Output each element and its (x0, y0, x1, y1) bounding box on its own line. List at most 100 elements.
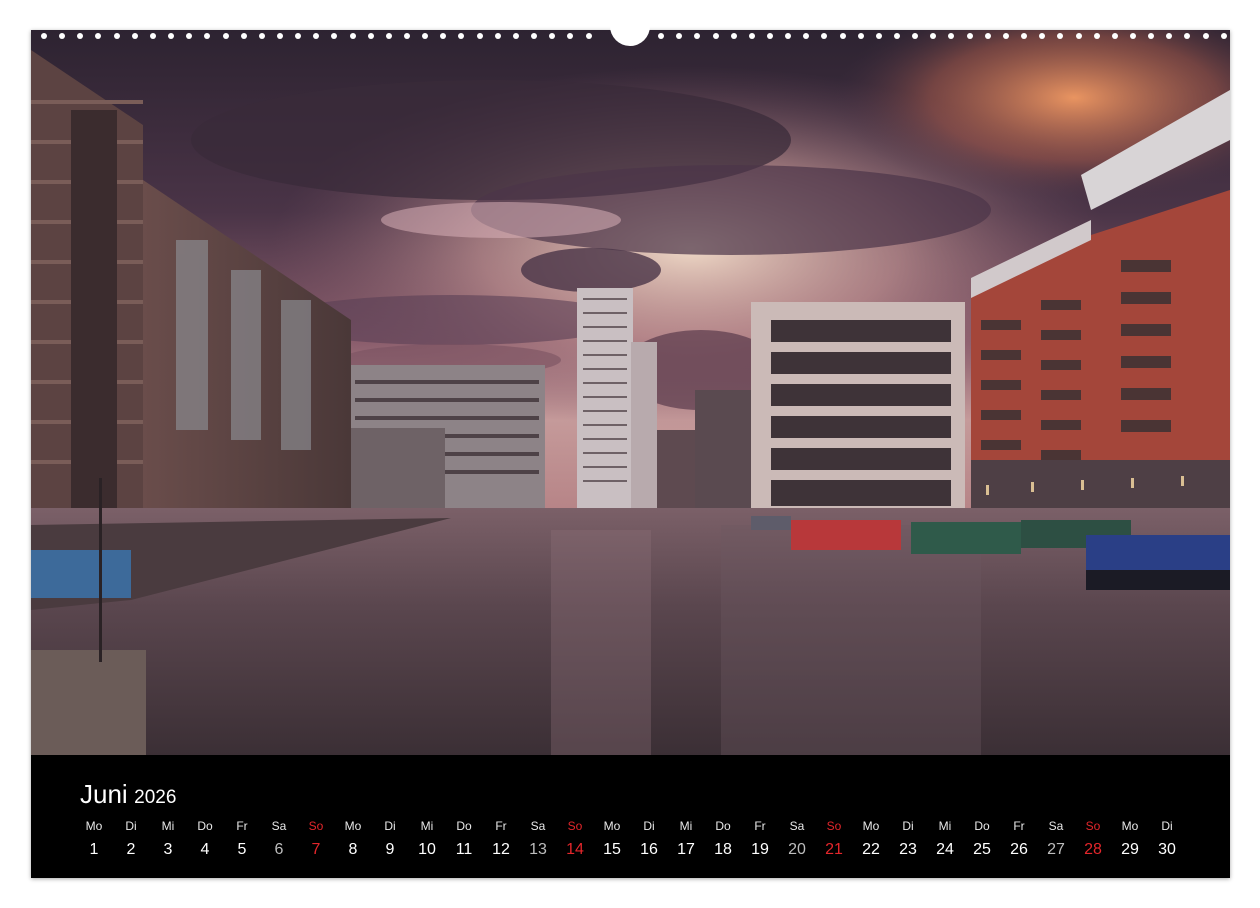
binding-hole (59, 33, 65, 39)
binding-hole (1021, 33, 1027, 39)
day-number: 2 (126, 841, 136, 858)
binding-hole (803, 33, 809, 39)
weekday-label: Do (974, 819, 990, 833)
binding-hole (513, 33, 519, 39)
calendar-page: Juni 2026 Mo 1 Di 2 Mi 3 Do 4 Fr 5 Sa 6 So 7 Mo 8 Di 9 Mi 1… (31, 20, 1230, 878)
weekday-label: So (826, 819, 842, 833)
binding-hole (948, 33, 954, 39)
day-number: 18 (714, 841, 732, 858)
weekday-label: Mo (344, 819, 362, 833)
binding-hole (1203, 33, 1209, 39)
binding-hole (1057, 33, 1063, 39)
binding-hole (1221, 33, 1227, 39)
day-number: 13 (529, 841, 547, 858)
binding-hole (1112, 33, 1118, 39)
day-number: 16 (640, 841, 658, 858)
binding-hole (241, 33, 247, 39)
day-number: 4 (200, 841, 210, 858)
binding-hole (440, 33, 446, 39)
day-number: 23 (899, 841, 917, 858)
day-number: 30 (1158, 841, 1176, 858)
binding-hole (930, 33, 936, 39)
month-title: Juni 2026 (80, 779, 176, 810)
day-number: 14 (566, 841, 584, 858)
binding-hole (295, 33, 301, 39)
weekday-label: So (567, 819, 583, 833)
binding-hole (259, 33, 265, 39)
day-number: 10 (418, 841, 436, 858)
binding-hole (404, 33, 410, 39)
month-name: Juni (80, 779, 128, 809)
canal-photo (31, 30, 1230, 755)
day-number: 27 (1047, 841, 1065, 858)
binding-hole (495, 33, 501, 39)
binding-hole (912, 33, 918, 39)
binding-hole (350, 33, 356, 39)
day-number: 15 (603, 841, 621, 858)
day-number: 9 (385, 841, 395, 858)
binding-hole (1148, 33, 1154, 39)
weekday-label: Mo (85, 819, 103, 833)
day-number: 1 (89, 841, 99, 858)
binding-hole (967, 33, 973, 39)
day-number: 12 (492, 841, 510, 858)
weekday-label: Do (197, 819, 213, 833)
day-number: 6 (274, 841, 284, 858)
binding-hole (821, 33, 827, 39)
day-number: 24 (936, 841, 954, 858)
day-number: 28 (1084, 841, 1102, 858)
binding-hole (586, 33, 592, 39)
binding-hole (785, 33, 791, 39)
weekday-label: Mi (420, 819, 434, 833)
weekday-label: Mi (938, 819, 952, 833)
binding-hole (894, 33, 900, 39)
binding-hole (386, 33, 392, 39)
binding-hole (1076, 33, 1082, 39)
day-number: 17 (677, 841, 695, 858)
day-number: 7 (311, 841, 321, 858)
binding-hole (368, 33, 374, 39)
day-number: 26 (1010, 841, 1028, 858)
day-number: 25 (973, 841, 991, 858)
binding-hole (77, 33, 83, 39)
binding-hole (876, 33, 882, 39)
binding-hole (1039, 33, 1045, 39)
binding-hole (1166, 33, 1172, 39)
binding-hole (1003, 33, 1009, 39)
day-number: 19 (751, 841, 769, 858)
weekday-label: Sa (530, 819, 546, 833)
weekday-label: Fr (495, 819, 507, 833)
binding-hole (749, 33, 755, 39)
day-number: 20 (788, 841, 806, 858)
binding-hole (458, 33, 464, 39)
weekday-label: Di (902, 819, 914, 833)
weekday-label: Mi (679, 819, 693, 833)
day-number: 22 (862, 841, 880, 858)
weekday-label: Di (384, 819, 396, 833)
weekday-label: So (1085, 819, 1101, 833)
binding-hole (168, 33, 174, 39)
binding-hole (658, 33, 664, 39)
binding-hole (567, 33, 573, 39)
binding-hole (694, 33, 700, 39)
binding-hole (858, 33, 864, 39)
weekday-label: Fr (236, 819, 248, 833)
weekday-label: Do (456, 819, 472, 833)
binding-hole (713, 33, 719, 39)
binding-hole (114, 33, 120, 39)
binding-hole (767, 33, 773, 39)
weekday-label: Mo (1121, 819, 1139, 833)
binding-hole (549, 33, 555, 39)
binding-hole (1130, 33, 1136, 39)
binding-hole (223, 33, 229, 39)
binding-hole (531, 33, 537, 39)
binding-hole (204, 33, 210, 39)
weekday-label: So (308, 819, 324, 833)
day-number: 29 (1121, 841, 1139, 858)
weekday-label: Fr (754, 819, 766, 833)
binding-hole (731, 33, 737, 39)
weekday-label: Mo (603, 819, 621, 833)
binding-hole (676, 33, 682, 39)
day-number: 8 (348, 841, 358, 858)
binding-hole (41, 33, 47, 39)
